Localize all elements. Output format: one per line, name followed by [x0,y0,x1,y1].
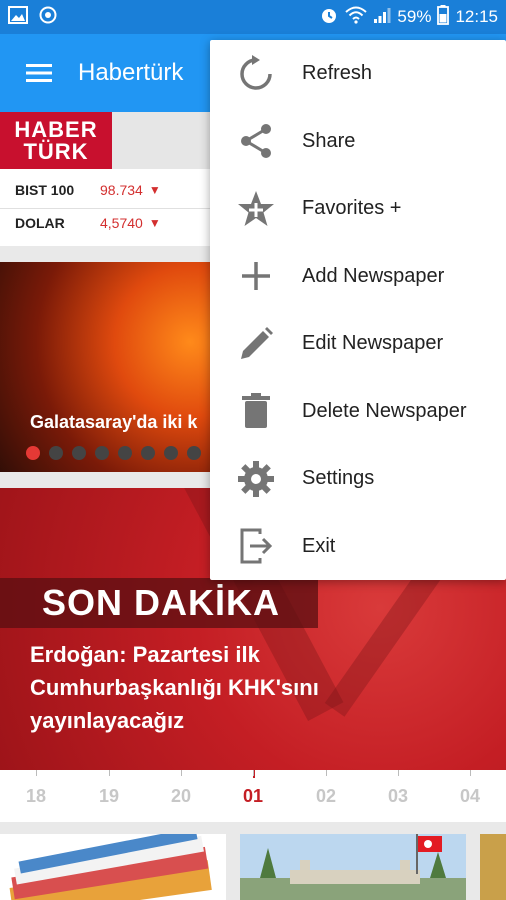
date-item[interactable]: 19 [89,786,129,807]
battery-icon [437,4,450,30]
habertürk-logo[interactable]: HABER TÜRK [0,112,112,169]
slider-dots [26,446,201,460]
hamburger-menu-icon[interactable] [0,34,78,112]
date-tick [36,770,37,776]
menu-item-exit[interactable]: Exit [210,513,506,580]
slider-dot[interactable] [26,446,40,460]
refresh-icon [210,40,302,107]
app-title: Habertürk [78,59,184,86]
date-item[interactable]: 02 [306,786,346,807]
clock: 12:15 [455,7,498,26]
menu-item-refresh[interactable]: Refresh [210,40,506,107]
menu-item-favorites[interactable]: Favorites + [210,175,506,242]
overflow-menu: Refresh Share Favorites + Add Newspaper Edit… [210,40,506,580]
menu-item-label: Add Newspaper [302,264,445,287]
down-arrow-icon: ▼ [148,216,161,230]
menu-item-label: Share [302,129,356,152]
image-icon [8,5,28,29]
menu-item-label: Favorites + [302,197,402,219]
date-tick [326,770,327,776]
slider-dot[interactable] [118,446,132,460]
ticker-row-bist[interactable]: BIST 100 98.734 ▼ [0,174,210,206]
slider-dot[interactable] [187,446,201,460]
date-tick [181,770,182,776]
favorite-star-icon [210,175,302,242]
date-item[interactable]: 04 [450,786,490,807]
plus-icon [210,243,302,310]
date-tick [253,770,254,776]
menu-item-add-newspaper[interactable]: Add Newspaper [210,243,506,310]
slider-dot[interactable] [95,446,109,460]
thumbnail-partial[interactable] [480,834,506,900]
logo-line-2: TÜRK [23,138,89,164]
slider-dot[interactable] [164,446,178,460]
ticker-name: DOLAR [15,215,65,231]
thumbnail-mausoleum[interactable] [240,834,466,900]
date-selector: 18 19 20 01 02 03 04 [0,770,506,822]
date-tick [398,770,399,776]
menu-item-edit-newspaper[interactable]: Edit Newspaper [210,310,506,377]
breaking-news-label: SON DAKİKA [0,578,318,628]
menu-item-share[interactable]: Share [210,108,506,175]
status-bar: 59% 12:15 [0,0,506,34]
menu-item-label: Settings [302,467,375,489]
down-arrow-icon: ▼ [148,183,161,197]
slider-caption[interactable]: Galatasaray'da iki k [30,412,197,433]
gear-icon [210,445,302,512]
menu-item-label: Edit Newspaper [302,332,444,354]
headline-line: yayınlayacağız [30,708,185,733]
menu-item-label: Delete Newspaper [302,399,467,422]
signal-icon [373,6,391,29]
menu-item-label: Refresh [302,62,373,84]
alarm-icon [319,5,339,30]
battery-percent: 59% [397,7,432,26]
date-item[interactable]: 18 [16,786,56,807]
exit-icon [210,513,302,580]
menu-item-delete-newspaper[interactable]: Delete Newspaper [210,378,506,445]
slider-dot[interactable] [141,446,155,460]
date-item[interactable]: 20 [161,786,201,807]
logo-line-1: HABER [14,116,98,142]
date-tick [109,770,110,776]
ticker-row-dolar[interactable]: DOLAR 4,5740 ▼ [0,207,210,239]
share-icon [210,108,302,175]
headline-line: Cumhurbaşkanlığı KHK'sını [30,675,319,700]
menu-item-label: Exit [302,534,336,557]
date-item[interactable]: 01 [233,786,273,807]
ticker-value: 98.734 [100,182,143,198]
slider-dot[interactable] [72,446,86,460]
headline-line: Erdoğan: Pazartesi ilk [30,642,260,667]
thumbnail-newspapers[interactable] [0,834,226,900]
menu-item-settings[interactable]: Settings [210,445,506,512]
slider-dot[interactable] [49,446,63,460]
ticker-name: BIST 100 [15,182,75,198]
pencil-icon [210,310,302,377]
trash-icon [210,378,302,445]
sync-icon [38,5,58,30]
newspaper-thumbnails [0,834,506,900]
breaking-news-headline[interactable]: Erdoğan: Pazartesi ilk Cumhurbaşkanlığı … [30,638,370,737]
wifi-icon [345,6,368,29]
ticker-value: 4,5740 [100,215,143,231]
date-item[interactable]: 03 [378,786,418,807]
date-tick [470,770,471,776]
